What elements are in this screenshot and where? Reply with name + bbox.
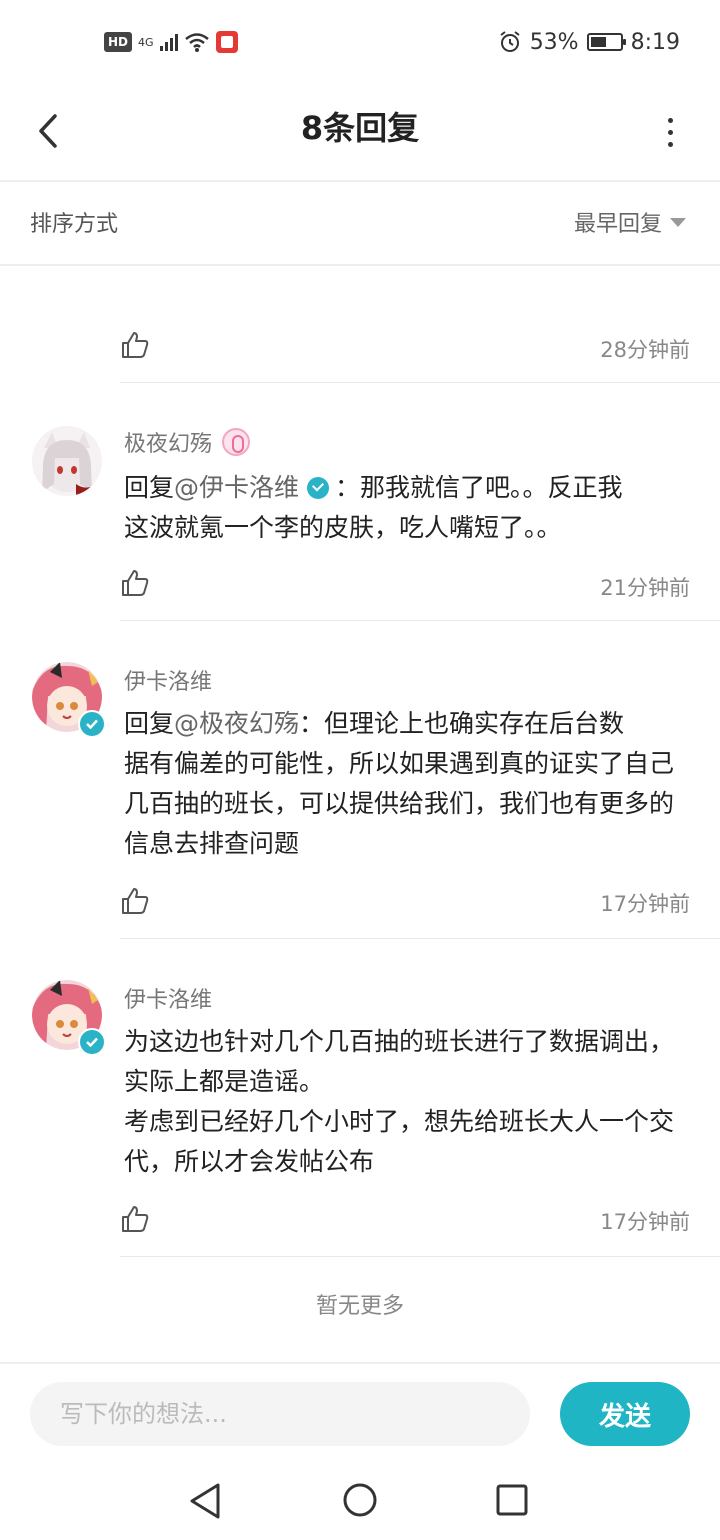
nav-back-icon[interactable] bbox=[188, 1482, 224, 1520]
avatar[interactable] bbox=[32, 426, 102, 496]
comment-item: 伊卡洛维 为这边也针对几个几百抽的班长进行了数据调出，实际上都是造谣。 考虑到已… bbox=[0, 940, 720, 1258]
thumbs-up-icon[interactable] bbox=[120, 1204, 150, 1234]
comment-time: 28分钟前 bbox=[600, 338, 690, 362]
caret-down-icon bbox=[670, 217, 686, 227]
username[interactable]: 伊卡洛维 bbox=[124, 982, 212, 1014]
divider bbox=[120, 938, 720, 939]
verified-icon bbox=[307, 477, 330, 499]
signal-icon bbox=[159, 33, 178, 51]
status-right: 53% 8:19 bbox=[498, 26, 680, 58]
divider bbox=[120, 1256, 720, 1257]
comment-text: ：但理论上也确实存在后台数 bbox=[299, 709, 625, 738]
verified-icon bbox=[78, 1028, 106, 1056]
comment-input-bar: 发送 bbox=[0, 1362, 720, 1464]
thumbs-up-icon[interactable] bbox=[120, 330, 150, 360]
comment-input[interactable] bbox=[30, 1382, 530, 1446]
more-dot-icon bbox=[667, 117, 673, 123]
thumbs-up-icon[interactable] bbox=[120, 886, 150, 916]
comment-content: 为这边也针对几个几百抽的班长进行了数据调出，实际上都是造谣。 考虑到已经好几个小… bbox=[124, 1027, 675, 1176]
avatar[interactable] bbox=[32, 980, 106, 1056]
username[interactable]: 极夜幻殇 bbox=[124, 426, 212, 458]
clock: 8:19 bbox=[630, 29, 680, 55]
comment-time: 21分钟前 bbox=[600, 576, 690, 600]
nav-home-icon[interactable] bbox=[342, 1482, 378, 1518]
page-title: 8条回复 bbox=[300, 109, 420, 147]
sort-value: 最早回复 bbox=[573, 212, 662, 237]
mention-link[interactable]: @极夜幻殇 bbox=[174, 709, 299, 738]
verified-icon bbox=[78, 710, 106, 738]
status-bar: HD 4G 53% 8:19 bbox=[0, 0, 720, 84]
comment-item: 伊卡洛维 回复@极夜幻殇：但理论上也确实存在后台数 据有偏差的可能性，所以如果遇… bbox=[0, 622, 720, 940]
comment-time: 17分钟前 bbox=[600, 892, 690, 916]
alarm-icon bbox=[500, 31, 520, 52]
comment-item: 28分钟前 bbox=[0, 266, 720, 384]
more-options-button[interactable] bbox=[658, 110, 682, 154]
sort-label: 排序方式 bbox=[30, 212, 119, 237]
reply-prefix: 回复 bbox=[124, 709, 175, 738]
status-left: HD 4G bbox=[104, 26, 238, 58]
avatar[interactable] bbox=[32, 662, 106, 738]
system-nav-bar bbox=[0, 1462, 720, 1540]
comment-username-row: 伊卡洛维 bbox=[124, 664, 212, 696]
sort-bar: 排序方式 最早回复 bbox=[0, 182, 720, 266]
comment-content: 回复@极夜幻殇：但理论上也确实存在后台数 据有偏差的可能性，所以如果遇到真的证实… bbox=[124, 704, 694, 864]
comment-text: 这波就氪一个李的皮肤，吃人嘴短了。。 bbox=[124, 513, 562, 542]
hd-badge: HD bbox=[104, 32, 133, 52]
member-badge-icon bbox=[222, 428, 251, 456]
divider bbox=[120, 382, 720, 383]
chevron-left-icon bbox=[39, 114, 57, 148]
comment-time: 17分钟前 bbox=[600, 1210, 690, 1234]
network-type: 4G bbox=[138, 35, 154, 49]
comment-username-row: 伊卡洛维 bbox=[124, 982, 212, 1014]
battery-percent: 53% bbox=[529, 29, 579, 55]
comment-content: 回复@伊卡洛维 ：那我就信了吧。。反正我 这波就氪一个李的皮肤，吃人嘴短了。。 bbox=[124, 468, 694, 548]
sort-dropdown[interactable]: 最早回复 bbox=[574, 206, 686, 238]
wifi-icon bbox=[184, 33, 209, 52]
reply-prefix: 回复 bbox=[124, 473, 175, 502]
thumbs-up-icon[interactable] bbox=[120, 568, 150, 598]
comment-text: 据有偏差的可能性，所以如果遇到真的证实了自己几百抽的班长，可以提供给我们，我们也… bbox=[124, 749, 675, 858]
no-more-label: 暂无更多 bbox=[315, 1294, 404, 1319]
divider bbox=[120, 620, 720, 621]
battery-icon bbox=[586, 33, 626, 51]
comment-username-row: 极夜幻殇 bbox=[124, 426, 251, 458]
mention-link[interactable]: @伊卡洛维 bbox=[174, 473, 299, 502]
app-notification-icon bbox=[215, 31, 238, 53]
send-button[interactable]: 发送 bbox=[560, 1382, 690, 1446]
comment-item: 极夜幻殇 回复@伊卡洛维 ：那我就信了吧。。反正我 这波就氪一个李的皮肤，吃人嘴短… bbox=[0, 384, 720, 622]
comment-text: ：那我就信了吧。。反正我 bbox=[335, 473, 623, 502]
header: 8条回复 bbox=[0, 84, 720, 182]
nav-recents-icon[interactable] bbox=[496, 1484, 528, 1516]
username[interactable]: 伊卡洛维 bbox=[124, 664, 212, 696]
back-button[interactable] bbox=[28, 106, 68, 156]
